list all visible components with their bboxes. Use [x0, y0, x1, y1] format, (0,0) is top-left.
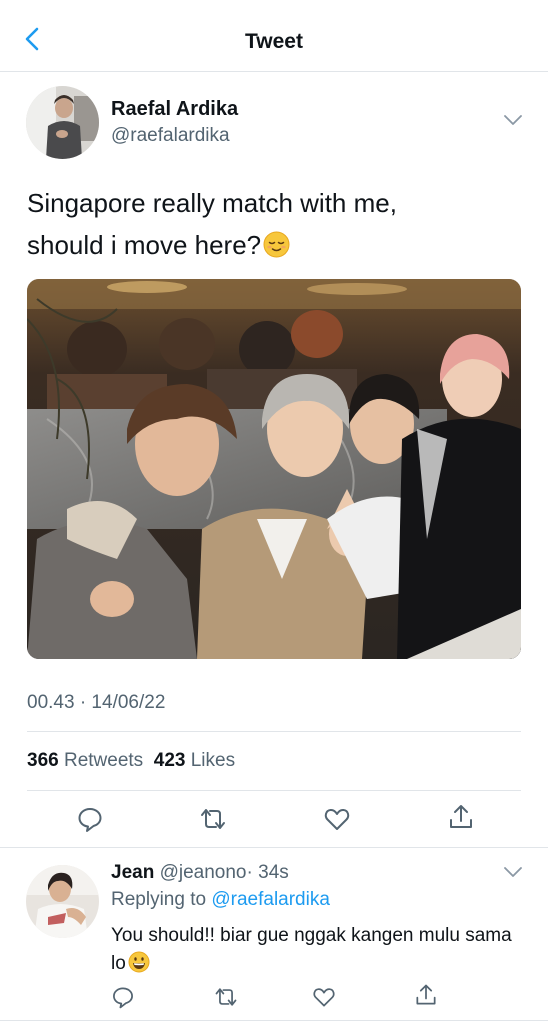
reply-icon [113, 987, 133, 1009]
relieved-face-icon [263, 228, 290, 258]
grinning-face-icon [128, 951, 150, 973]
top-bar: Tweet [0, 0, 548, 72]
divider [27, 731, 521, 732]
reply-header: Jean @jeanono· 34s [111, 862, 289, 884]
retweets-stat[interactable]: 366 Retweets [27, 750, 143, 771]
replying-to: Replying to @raefalardika [111, 889, 330, 911]
chevron-down-icon [504, 867, 522, 877]
divider [27, 790, 521, 791]
like-button[interactable] [322, 804, 352, 834]
likes-label: Likes [190, 750, 236, 771]
tweet-text-line1: Singapore really match with me, [27, 188, 397, 218]
tweet-photo[interactable] [27, 279, 521, 659]
reply-button[interactable] [75, 804, 105, 834]
reply-like-button[interactable] [311, 984, 337, 1010]
reply-retweet-button[interactable] [213, 984, 239, 1010]
share-icon [416, 984, 436, 1005]
author-name[interactable]: Raefal Ardika [111, 98, 238, 121]
reply-text-body: You should!! biar gue nggak kangen mulu … [111, 925, 512, 974]
divider [0, 847, 548, 848]
likes-stat[interactable]: 423 Likes [154, 750, 235, 771]
retweet-button[interactable] [198, 804, 228, 834]
reply-text: You should!! biar gue nggak kangen mulu … [111, 922, 521, 978]
more-options-button[interactable] [502, 112, 524, 128]
reply-time[interactable]: · 34s [247, 862, 289, 883]
likes-count: 423 [153, 750, 186, 771]
tweet-text: Singapore really match with me, should i… [27, 182, 527, 266]
retweets-label: Retweets [63, 750, 144, 771]
author-handle[interactable]: @raefalardika [111, 125, 230, 147]
heart-icon [313, 988, 335, 1007]
reply-more-options-button[interactable] [502, 864, 524, 880]
tweet-stats: 366 Retweets 423 Likes [27, 750, 235, 772]
tweet-text-line2: should i move here? [27, 230, 262, 260]
reply-share-button[interactable] [413, 982, 439, 1008]
replying-to-prefix: Replying to [111, 889, 207, 910]
chevron-down-icon [504, 115, 522, 125]
reply-reply-button[interactable] [110, 984, 136, 1010]
retweets-count: 366 [27, 750, 59, 771]
reply-author-name[interactable]: Jean [111, 862, 154, 883]
reply-icon [78, 808, 102, 832]
retweet-icon [201, 809, 225, 829]
share-icon [450, 805, 472, 828]
divider [0, 1020, 548, 1021]
author-avatar[interactable] [26, 86, 99, 159]
page-title: Tweet [245, 30, 303, 53]
retweet-icon [215, 988, 237, 1006]
reply-author-handle[interactable]: @jeanono [160, 862, 247, 883]
tweet-timestamp[interactable]: 00.43 · 14/06/22 [27, 692, 165, 714]
heart-icon [324, 808, 350, 830]
replying-to-link[interactable]: @raefalardika [211, 889, 330, 910]
reply-author-avatar[interactable] [26, 865, 99, 938]
share-button[interactable] [446, 802, 476, 832]
